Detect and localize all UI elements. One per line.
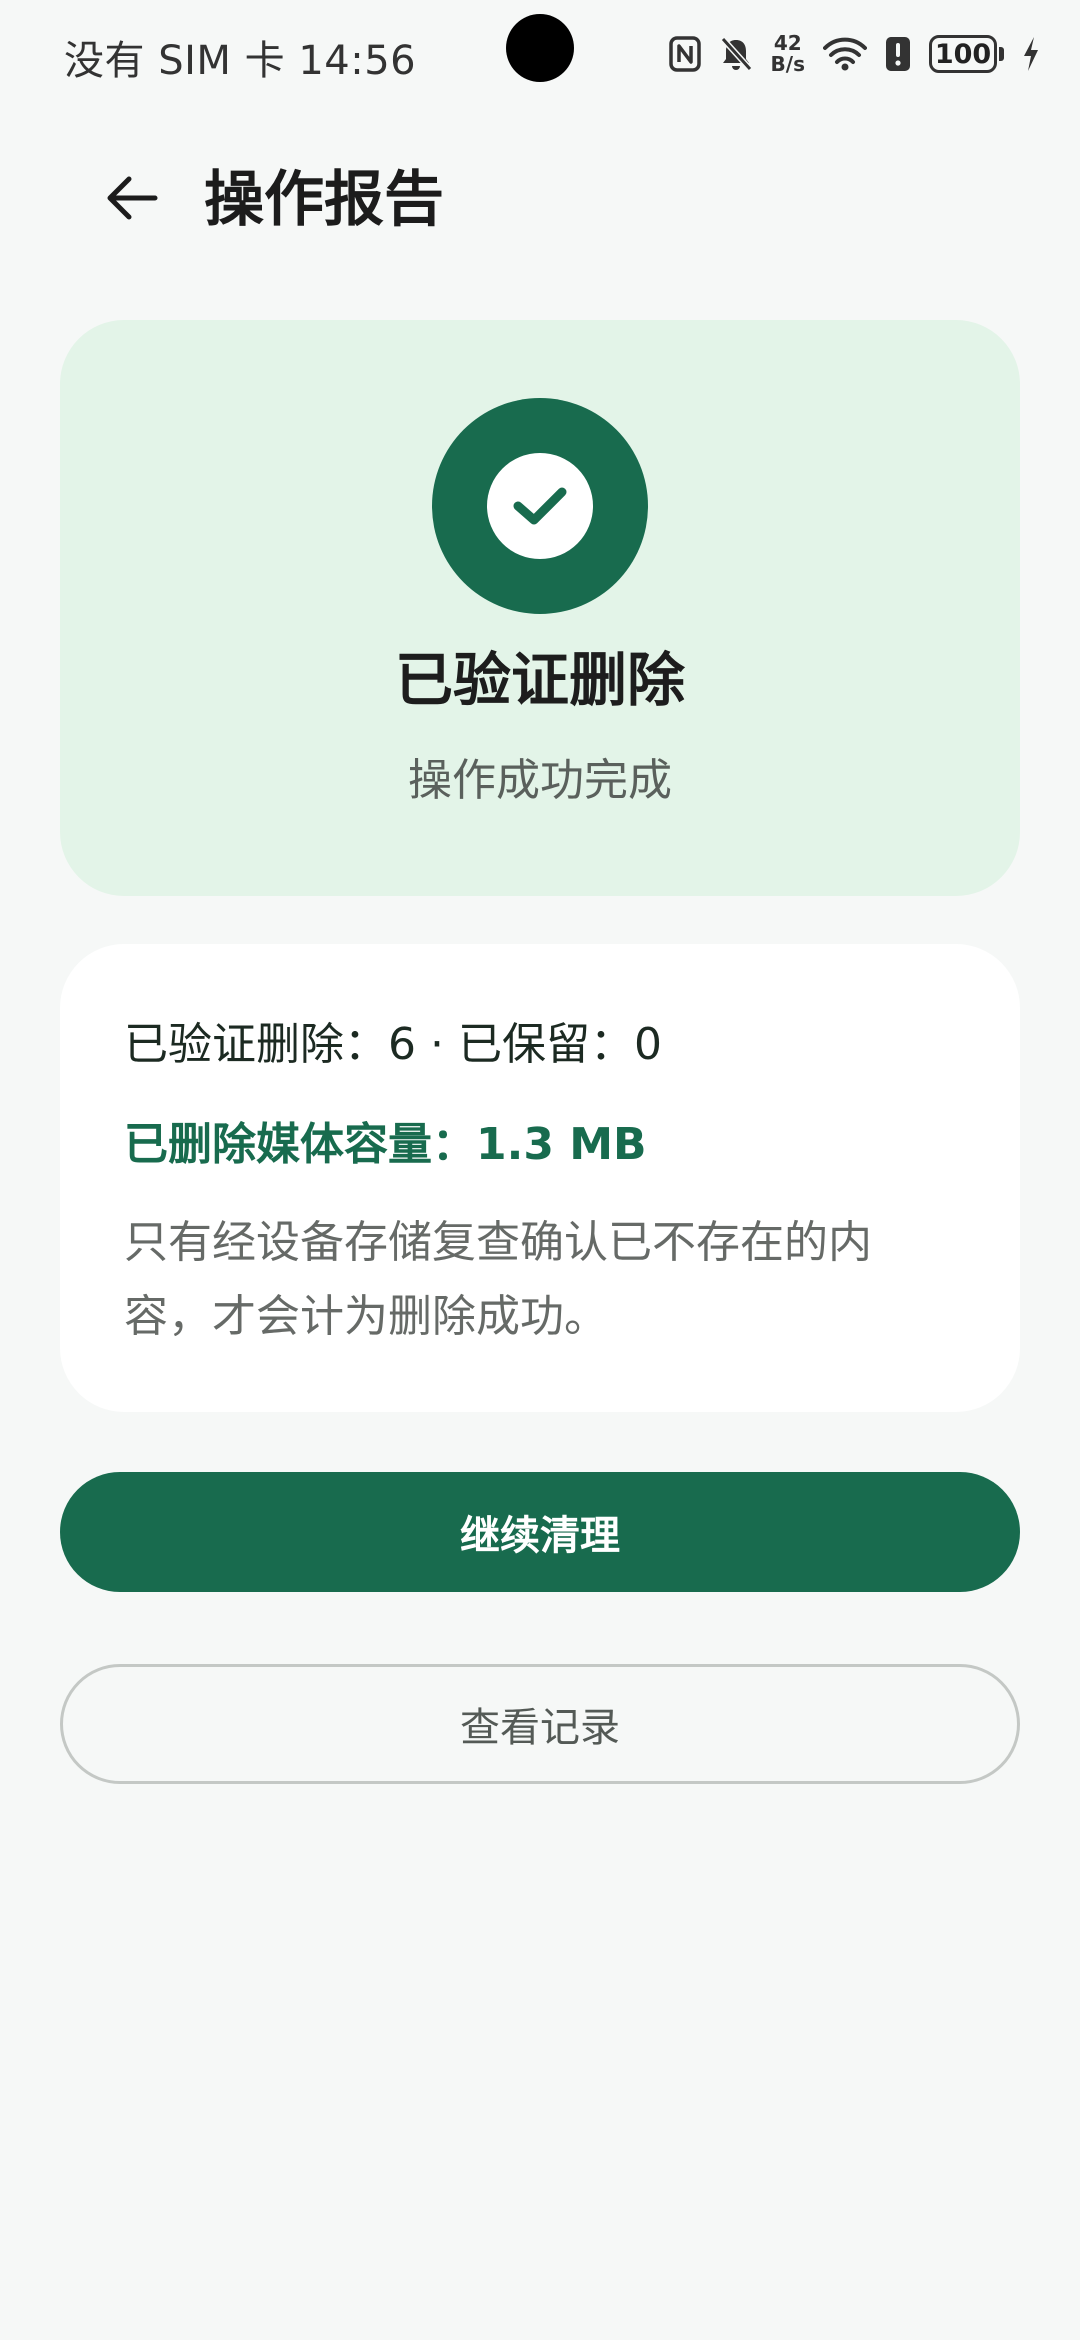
status-icons: 42 B/s 100	[668, 26, 1040, 82]
deletion-counts: 已验证删除：6 · 已保留：0	[124, 1019, 662, 1070]
page-title: 操作报告	[204, 165, 444, 235]
bell-muted-icon	[719, 36, 753, 72]
app-bar: 操作报告	[0, 130, 1080, 250]
verification-note: 只有经设备存储复查确认已不存在的内容，才会计为删除成功。	[124, 1217, 872, 1342]
back-button[interactable]	[92, 160, 172, 240]
check-circle-icon	[487, 453, 593, 559]
net-speed-value: 42	[773, 31, 802, 55]
charging-bolt-icon	[1022, 36, 1040, 72]
camera-cutout	[506, 14, 574, 82]
continue-cleaning-button[interactable]: 继续清理	[60, 1472, 1020, 1592]
battery-indicator: 100	[929, 35, 1004, 73]
battery-level: 100	[929, 35, 997, 73]
net-speed: 42 B/s	[771, 33, 805, 75]
battery-alert-icon	[885, 36, 911, 72]
battery-tip	[999, 47, 1004, 61]
carrier-time: 没有 SIM 卡 14:56	[64, 38, 417, 84]
nfc-icon	[668, 36, 701, 72]
result-title: 已验证删除	[394, 646, 685, 714]
result-card: 已验证删除 操作成功完成	[60, 320, 1020, 896]
status-bar: 没有 SIM 卡 14:56 42 B/s 100	[0, 0, 1080, 110]
details-card: 已验证删除：6 · 已保留：0 已删除媒体容量：1.3 MB 只有经设备存储复查…	[60, 944, 1020, 1412]
wifi-icon	[823, 37, 867, 71]
view-history-button[interactable]: 查看记录	[60, 1664, 1020, 1784]
result-subtitle: 操作成功完成	[408, 755, 672, 806]
success-circle	[432, 398, 648, 614]
deleted-media-size: 已删除媒体容量：1.3 MB	[124, 1119, 647, 1170]
net-speed-unit: B/s	[770, 52, 805, 76]
arrow-left-icon	[105, 175, 159, 225]
